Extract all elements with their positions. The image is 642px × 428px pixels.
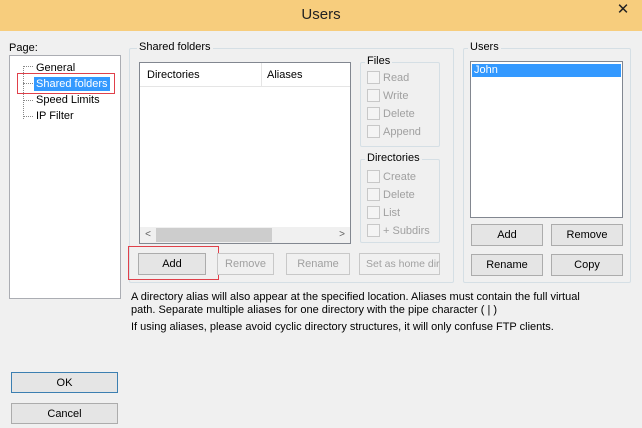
close-icon[interactable]: ✕: [604, 0, 642, 22]
set-home-dir-button[interactable]: Set as home dir: [359, 253, 440, 275]
append-checkbox[interactable]: [367, 125, 380, 138]
tree-connector: [23, 66, 33, 67]
column-separator: [261, 63, 262, 87]
shared-folders-list[interactable]: Directories Aliases < >: [139, 62, 351, 244]
highlight-box: [128, 246, 219, 280]
write-checkbox[interactable]: [367, 89, 380, 102]
list-checkbox[interactable]: [367, 206, 380, 219]
alias-info-line2: path. Separate multiple aliases for one …: [131, 304, 498, 316]
dir-delete-checkbox[interactable]: [367, 188, 380, 201]
alias-info-line3: If using aliases, please avoid cyclic di…: [131, 321, 554, 333]
list-label: List: [383, 207, 401, 219]
highlight-box: [17, 73, 115, 94]
rename-folder-button[interactable]: Rename: [286, 253, 350, 275]
column-aliases[interactable]: Aliases: [267, 69, 302, 82]
users-legend: Users: [468, 41, 501, 54]
tree-item-speed-limits[interactable]: Speed Limits: [34, 93, 102, 107]
tree-connector: [23, 100, 33, 101]
create-label: Create: [383, 171, 417, 183]
scroll-thumb[interactable]: [156, 228, 272, 242]
file-delete-checkbox[interactable]: [367, 107, 380, 120]
user-item-john[interactable]: John: [472, 64, 621, 77]
page-label: Page:: [9, 42, 38, 54]
rename-user-button[interactable]: Rename: [471, 254, 543, 276]
write-label: Write: [383, 90, 409, 102]
alias-info-line1: A directory alias will also appear at th…: [131, 291, 580, 303]
remove-user-button[interactable]: Remove: [551, 224, 623, 246]
scroll-left-icon[interactable]: <: [140, 227, 156, 243]
directories-legend: Directories: [365, 152, 422, 165]
column-directories[interactable]: Directories: [147, 69, 200, 82]
add-user-button[interactable]: Add: [471, 224, 543, 246]
files-legend: Files: [365, 55, 393, 68]
read-checkbox[interactable]: [367, 71, 380, 84]
file-delete-label: Delete: [383, 108, 415, 120]
remove-folder-button[interactable]: Remove: [217, 253, 274, 275]
dir-delete-label: Delete: [383, 189, 415, 201]
create-checkbox[interactable]: [367, 170, 380, 183]
tree-connector: [23, 116, 33, 117]
ok-button[interactable]: OK: [11, 372, 118, 393]
cancel-button[interactable]: Cancel: [11, 403, 118, 424]
scroll-right-icon[interactable]: >: [334, 227, 350, 243]
subdirs-checkbox[interactable]: [367, 224, 380, 237]
copy-user-button[interactable]: Copy: [551, 254, 623, 276]
list-header: Directories Aliases: [140, 63, 350, 87]
shared-folders-legend: Shared folders: [137, 41, 213, 54]
users-list[interactable]: John: [470, 61, 623, 218]
window-title: Users: [301, 6, 341, 23]
subdirs-label: + Subdirs: [383, 225, 430, 237]
tree-item-ip-filter[interactable]: IP Filter: [34, 109, 76, 123]
read-label: Read: [383, 72, 410, 84]
append-label: Append: [383, 126, 421, 138]
horizontal-scrollbar[interactable]: < >: [140, 227, 350, 243]
